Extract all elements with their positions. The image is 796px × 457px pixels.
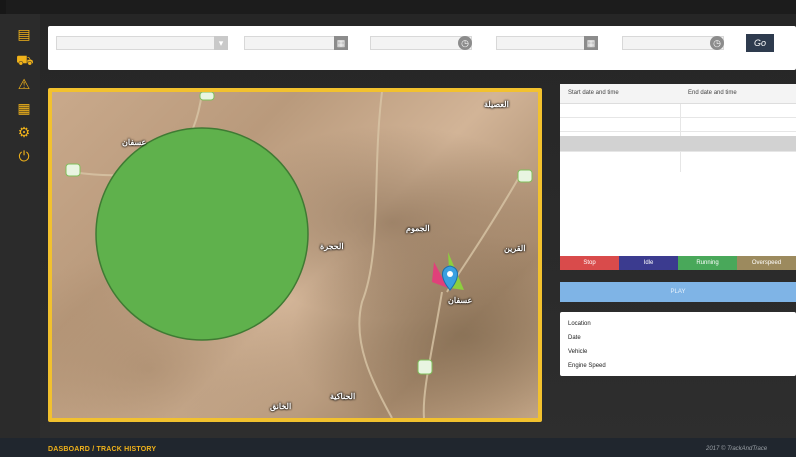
start-time-field[interactable] <box>370 36 472 50</box>
map-frame: عسفان العصيلة الجموم الحجرة القرين عسفان… <box>48 88 542 422</box>
geofence-circle[interactable] <box>95 127 309 341</box>
start-date-field[interactable] <box>244 36 346 50</box>
alert-icon[interactable]: ⚠ <box>16 76 32 92</box>
map-label: الخانق <box>270 402 292 411</box>
play-button[interactable]: PLAY <box>560 282 796 302</box>
top-strip <box>0 0 796 14</box>
satellite-map[interactable]: عسفان العصيلة الجموم الحجرة القرين عسفان… <box>52 92 538 418</box>
column-header[interactable]: Start date and time <box>568 90 619 96</box>
chevron-down-icon[interactable]: ▾ <box>214 36 228 50</box>
footer: DASBOARD / TRACK HISTORY 2017 © TrackAnd… <box>0 438 796 457</box>
vehicle-select[interactable] <box>56 36 226 50</box>
table-row[interactable] <box>560 118 796 132</box>
info-date-label: Date <box>568 335 581 341</box>
calendar-icon[interactable]: ▦ <box>584 36 598 50</box>
end-time-field[interactable] <box>622 36 724 50</box>
info-location-label: Location <box>568 321 591 327</box>
map-label: العصيلة <box>484 100 509 109</box>
copyright-text: 2017 © TrackAndTrace <box>706 446 768 452</box>
status-legend: Stop Idle Running Overspeed <box>560 256 796 270</box>
table-row[interactable] <box>560 104 796 118</box>
legend-running: Running <box>678 256 737 270</box>
sidebar: ▤ ⛟ ⚠ ▦ ⚙ ⏻ <box>0 14 40 457</box>
map-label: الحناكية <box>330 392 356 401</box>
clock-icon[interactable]: ◷ <box>710 36 724 50</box>
end-date-field[interactable] <box>496 36 598 50</box>
info-vehicle-label: Vehicle <box>568 349 588 355</box>
app-root: ▤ ⛟ ⚠ ▦ ⚙ ⏻ ▾ ▦ ◷ ▦ ◷ Go عسفان العصيلة ا… <box>0 0 796 457</box>
fleet-icon[interactable]: ⛟ <box>16 52 34 68</box>
report-icon[interactable]: ▦ <box>16 100 32 116</box>
go-button[interactable]: Go <box>746 34 774 52</box>
table-row[interactable] <box>560 136 796 152</box>
legend-idle: Idle <box>619 256 678 270</box>
calendar-icon[interactable]: ▦ <box>334 36 348 50</box>
filter-bar: ▾ ▦ ◷ ▦ ◷ Go <box>48 26 796 70</box>
dashboard-icon[interactable]: ▤ <box>16 26 32 42</box>
power-icon[interactable]: ⏻ <box>16 148 32 164</box>
info-panel: Location Date Vehicle Engine Speed <box>560 312 796 376</box>
map-label: القرين <box>504 244 526 253</box>
column-header[interactable]: End date and time <box>688 90 737 96</box>
legend-overspeed: Overspeed <box>737 256 796 270</box>
map-label: عسفان <box>448 296 473 305</box>
map-label: عسفان <box>122 138 147 147</box>
map-label: الحجرة <box>320 242 344 251</box>
legend-stop: Stop <box>560 256 619 270</box>
history-table: Start date and time End date and time <box>560 84 796 256</box>
map-label: الجموم <box>406 224 430 233</box>
clock-icon[interactable]: ◷ <box>458 36 472 50</box>
settings-icon[interactable]: ⚙ <box>16 124 32 140</box>
breadcrumb: DASBOARD / TRACK HISTORY <box>48 446 157 453</box>
table-header: Start date and time End date and time <box>560 84 796 104</box>
info-engine-speed-label: Engine Speed <box>568 363 606 369</box>
